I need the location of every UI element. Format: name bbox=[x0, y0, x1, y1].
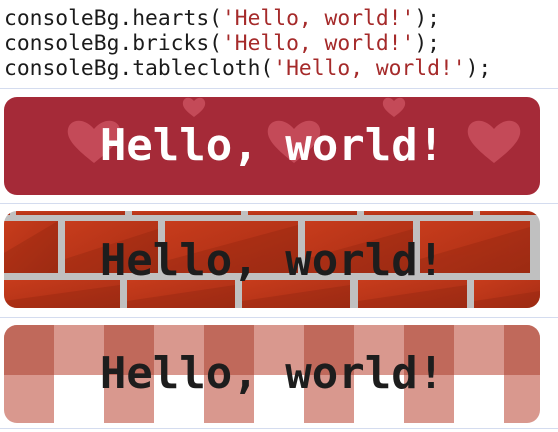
heart-icon bbox=[382, 97, 406, 117]
heart-icon bbox=[182, 97, 206, 117]
console-output: consoleBg.hearts('Hello, world!'); conso… bbox=[4, 6, 558, 81]
code-suffix: ); bbox=[414, 6, 440, 31]
code-suffix: ); bbox=[465, 56, 492, 81]
hearts-banner: Hello, world! bbox=[4, 97, 540, 195]
code-prefix: consoleBg.tablecloth( bbox=[4, 56, 274, 81]
tablecloth-banner: Hello, world! bbox=[4, 325, 540, 423]
tablecloth-banner-text: Hello, world! bbox=[99, 348, 445, 399]
code-string: 'Hello, world!' bbox=[221, 6, 415, 31]
code-string: 'Hello, world!' bbox=[273, 56, 466, 81]
banner-separator bbox=[0, 317, 558, 318]
banner-separator bbox=[0, 203, 558, 204]
code-string: 'Hello, world!' bbox=[221, 31, 415, 56]
console-line-tablecloth: consoleBg.tablecloth('Hello, world!'); bbox=[4, 56, 558, 81]
code-prefix: consoleBg.hearts( bbox=[4, 6, 222, 31]
console-separator bbox=[0, 88, 558, 89]
banner-separator bbox=[0, 428, 558, 429]
code-prefix: consoleBg.bricks( bbox=[4, 31, 222, 56]
code-suffix: ); bbox=[414, 31, 440, 56]
console-line-hearts: consoleBg.hearts('Hello, world!'); bbox=[4, 6, 558, 31]
bricks-banner: Hello, world! bbox=[4, 211, 540, 308]
hearts-banner-text: Hello, world! bbox=[99, 120, 445, 171]
bricks-banner-text: Hello, world! bbox=[99, 235, 445, 287]
console-line-bricks: consoleBg.bricks('Hello, world!'); bbox=[4, 31, 558, 56]
